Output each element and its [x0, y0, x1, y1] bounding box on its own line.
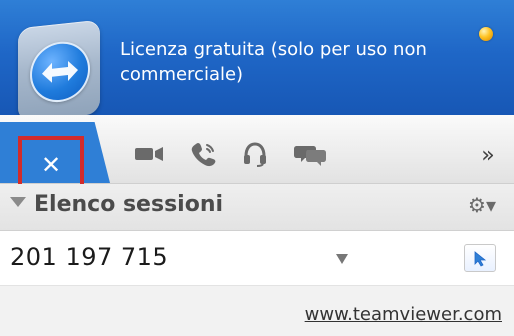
cursor-icon: [474, 251, 487, 267]
chat-icon[interactable]: [290, 140, 330, 168]
phone-icon[interactable]: [183, 140, 223, 168]
session-dropdown-icon[interactable]: [336, 254, 348, 264]
session-id[interactable]: 201 197 715: [10, 243, 168, 271]
collapse-triangle-icon[interactable]: [10, 197, 26, 207]
status-orb-icon: [479, 27, 493, 41]
session-list-title: Elenco sessioni: [34, 192, 224, 217]
double-arrow-icon: [42, 61, 78, 83]
gear-icon[interactable]: ⚙▾: [467, 193, 497, 217]
more-chevron-icon[interactable]: »: [472, 141, 504, 169]
teamviewer-panel: Licenza gratuita (solo per uso non comme…: [0, 0, 514, 336]
video-camera-icon[interactable]: [130, 140, 170, 168]
teamviewer-logo: [18, 19, 100, 123]
teamviewer-website-link[interactable]: www.teamviewer.com: [270, 304, 502, 325]
license-text: Licenza gratuita (solo per uso non comme…: [120, 39, 427, 85]
headset-icon[interactable]: [235, 140, 275, 168]
remote-control-button[interactable]: [464, 244, 496, 272]
